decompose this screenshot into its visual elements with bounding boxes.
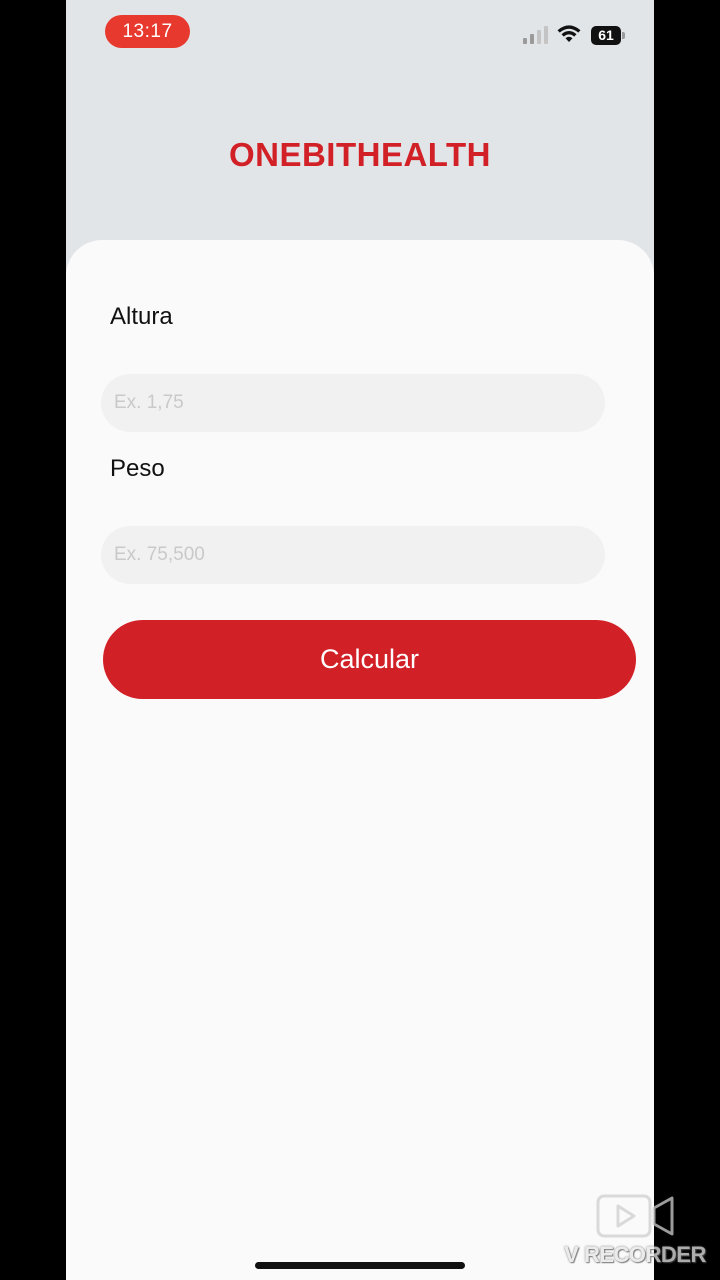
home-indicator[interactable] <box>255 1262 465 1269</box>
form-card: Altura Peso Calcular <box>66 240 654 1280</box>
height-input[interactable] <box>101 374 605 432</box>
recorder-watermark: V RECORDER <box>560 1192 710 1278</box>
weight-input[interactable] <box>101 526 605 584</box>
signal-icon <box>523 26 548 44</box>
phone-screen: 13:17 61 ONEBITHEALTH Altura Peso Calcul… <box>66 0 654 1280</box>
status-time: 13:17 <box>105 15 190 48</box>
weight-label: Peso <box>110 455 165 482</box>
height-label: Altura <box>110 303 173 330</box>
video-camera-icon <box>596 1194 674 1238</box>
calculate-button[interactable]: Calcular <box>103 620 636 699</box>
watermark-text: V RECORDER <box>564 1242 706 1267</box>
status-bar: 13:17 61 <box>66 0 654 64</box>
battery-tip <box>622 32 625 39</box>
app-title: ONEBITHEALTH <box>228 136 492 173</box>
wifi-icon <box>557 25 581 42</box>
battery-icon: 61 <box>591 26 629 45</box>
battery-level: 61 <box>591 26 621 45</box>
